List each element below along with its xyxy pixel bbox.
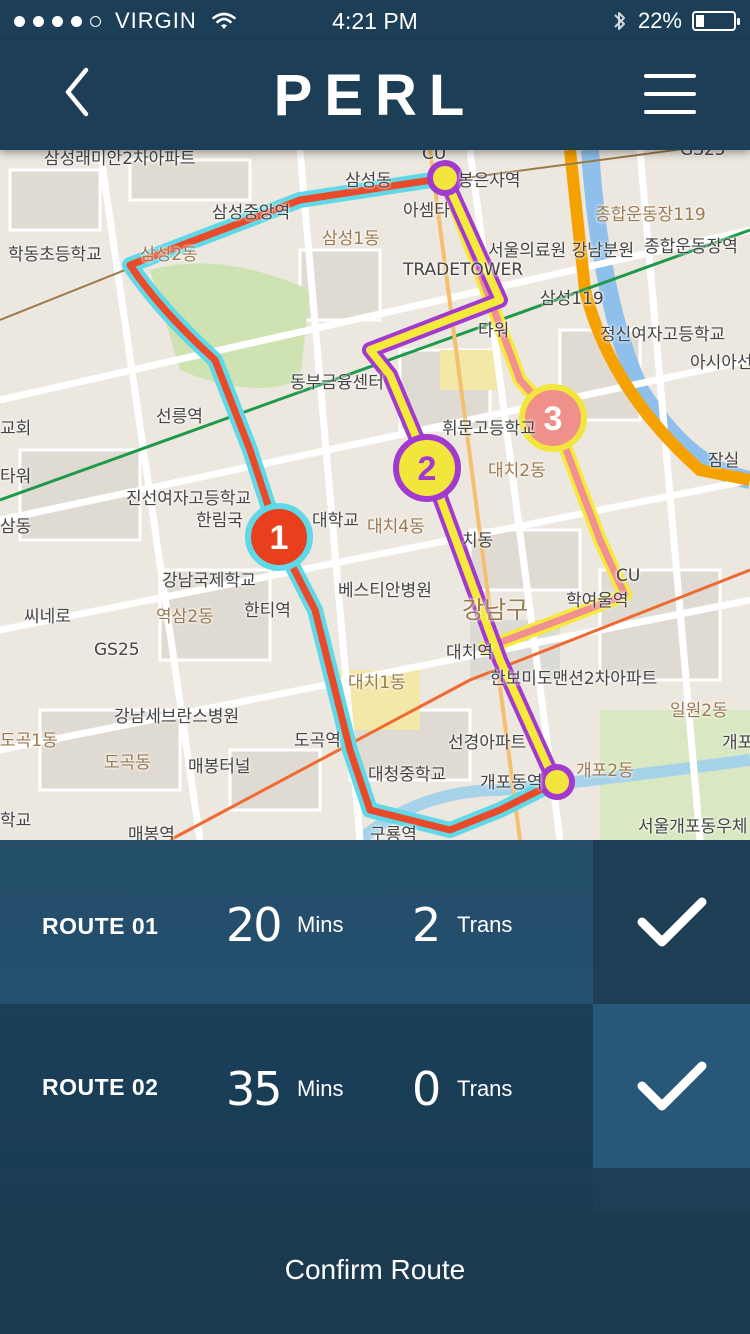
map-label: 서울의료원 강남분원 (488, 241, 635, 261)
route-option-1[interactable]: ROUTE 01 20 Mins 2 Trans (0, 840, 593, 1004)
menu-button[interactable] (644, 74, 696, 114)
confirm-route-button[interactable]: Confirm Route (0, 1214, 750, 1334)
battery-percent: 22% (637, 8, 682, 33)
map-label: 선릉역 (156, 407, 203, 427)
map-label: 타워 (0, 467, 32, 487)
map-label: 대치1동 (348, 673, 406, 693)
checkmark-icon (637, 897, 706, 947)
route-option-2[interactable]: ROUTE 02 35 Mins 0 Trans (0, 1004, 593, 1168)
route-minutes: 35 (226, 1062, 283, 1116)
map-label: 베스티안병원 (338, 581, 432, 601)
map-label: 구룡역 (370, 825, 417, 840)
route-map[interactable]: 1 2 3 삼성래미안2차아파트 CU GS25 삼성동 봉은사역 종합운동장1… (0, 150, 750, 840)
panel-filler (593, 1168, 750, 1214)
route-transfers-unit: Trans (457, 1076, 513, 1101)
map-label: 한보미도맨션2차아파트 (490, 669, 658, 689)
route-transfers: 0 (412, 1062, 441, 1116)
map-label: 동부금융센터 (290, 373, 384, 393)
bluetooth-icon (614, 12, 625, 30)
map-label: 삼성중앙역 (212, 203, 291, 223)
battery-icon (692, 11, 740, 31)
route-minutes-unit: Mins (297, 912, 344, 937)
map-label: 도곡동 (104, 753, 151, 773)
map-label: CU (616, 566, 641, 586)
hamburger-menu-icon (644, 74, 696, 78)
map-label: 매봉역 (128, 825, 175, 840)
map-label: 치동 (462, 531, 494, 551)
map-label: 도곡1동 (0, 731, 58, 751)
map-label: 한티역 (244, 601, 291, 621)
hamburger-line (644, 110, 696, 114)
map-label: 삼성동 (345, 171, 392, 191)
map-label: 학교 (0, 811, 32, 831)
map-label: 서울개포동우체 (638, 817, 748, 837)
map-label: CU (422, 150, 447, 164)
map-label: 일원2동 (670, 701, 728, 721)
select-route-2-button[interactable] (593, 1004, 750, 1168)
map-label: 학여울역 (566, 591, 629, 611)
route-name: ROUTE 01 (42, 913, 159, 939)
route-2-marker[interactable]: 2 (393, 434, 461, 502)
route-minutes-unit: Mins (297, 1076, 344, 1101)
map-label: 아시아선 (690, 353, 750, 373)
app-header: PERL (0, 40, 750, 150)
routes-panel: ROUTE 01 20 Mins 2 Trans ROUTE 02 35 Min… (0, 840, 750, 1214)
battery-level-fill (696, 15, 704, 27)
map-label: 개포 (722, 733, 750, 753)
route-transfers-unit: Trans (457, 912, 513, 937)
map-label: 삼성119 (540, 289, 604, 309)
map-label: 삼성2동 (140, 245, 198, 265)
map-label: GS25 (680, 150, 726, 160)
map-label: 개포동역 (480, 773, 543, 793)
app-logo: PERL (273, 63, 477, 128)
map-label: 삼성래미안2차아파트 (44, 150, 196, 169)
checkmark-icon (637, 1061, 706, 1111)
map-label: 삼동 (0, 517, 32, 537)
map-label: 휘문고등학교 (442, 419, 536, 439)
map-label: 타워 (478, 321, 510, 341)
route-minutes: 20 (226, 898, 283, 952)
map-label: 종합운동장역 (644, 237, 738, 257)
map-label: 종합운동장119 (595, 205, 706, 225)
map-label: 봉은사역 (458, 171, 521, 191)
status-right: 22% (612, 8, 740, 34)
map-label: TRADETOWER (403, 260, 524, 280)
map-label: 아셈타 (403, 201, 450, 221)
status-bar: VIRGIN 4:21 PM 22% (0, 0, 750, 40)
select-route-1-button[interactable] (593, 840, 750, 1004)
map-label: 정신여자고등학교 (600, 325, 726, 345)
map-label: 대치2동 (488, 461, 546, 481)
route-2-marker-label: 2 (418, 450, 437, 488)
map-label: 대치역 (446, 643, 493, 663)
map-label: 씨네로 (24, 607, 71, 627)
map-canvas: 1 2 3 (0, 150, 750, 840)
map-label: 역삼2동 (156, 607, 214, 627)
map-label: 도곡역 (294, 731, 341, 751)
map-label: 선경아파트 (448, 733, 527, 753)
map-label: 대학교 (312, 511, 359, 531)
route-3-marker-label: 3 (544, 400, 563, 438)
map-label: 대청중학교 (368, 765, 447, 785)
route-1-marker[interactable]: 1 (245, 503, 313, 571)
map-label: 잠실 (708, 451, 740, 471)
map-label: 강남세브란스병원 (114, 707, 240, 727)
map-label: 강남구 (462, 596, 529, 624)
map-label: 강남국제학교 (162, 571, 256, 591)
hamburger-line (644, 92, 696, 96)
route-name: ROUTE 02 (42, 1074, 159, 1100)
map-label: 매봉터널 (188, 757, 251, 777)
map-label: 대치4동 (367, 517, 425, 537)
map-label: GS25 (94, 640, 140, 660)
map-label: 학동초등학교 (8, 245, 102, 265)
map-label: 교회 (0, 419, 32, 439)
route-transfers: 2 (412, 898, 441, 952)
route-1-marker-label: 1 (270, 519, 289, 557)
map-label: 한림국 (196, 511, 243, 531)
map-label: 삼성1동 (322, 229, 380, 249)
map-label: 개포2동 (576, 761, 634, 781)
